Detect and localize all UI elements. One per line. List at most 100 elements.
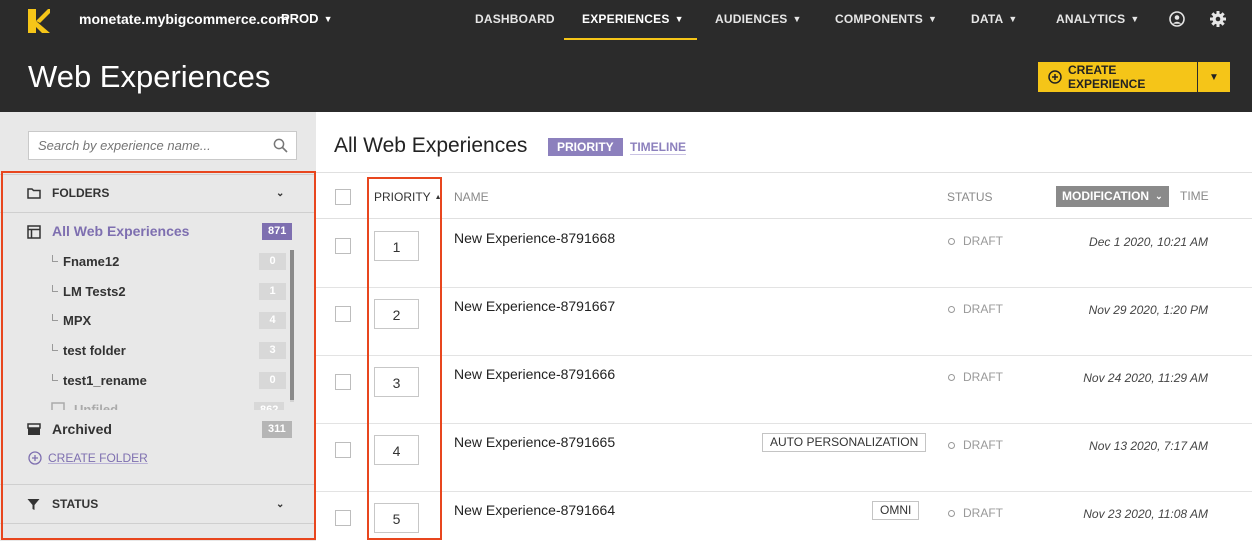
column-header-time: TIME: [1180, 189, 1209, 203]
folder-count-badge: 1: [259, 283, 286, 300]
create-experience-dropdown[interactable]: ▼: [1198, 62, 1230, 92]
nav-components[interactable]: COMPONENTS ▼: [835, 12, 937, 26]
experience-type-tag: AUTO PERSONALIZATION: [762, 433, 927, 452]
nav-data[interactable]: DATA ▼: [971, 12, 1017, 26]
folder-label: LM Tests2: [63, 284, 126, 299]
experience-name-link[interactable]: New Experience-8791666: [454, 366, 615, 382]
experience-name-link[interactable]: New Experience-8791665: [454, 434, 615, 450]
folder-icon: [27, 188, 41, 199]
folder-count-badge: 0: [259, 372, 286, 389]
divider: [0, 212, 316, 213]
priority-input[interactable]: 2: [374, 299, 419, 329]
folder-label: Fname12: [63, 254, 120, 269]
experience-name-link[interactable]: New Experience-8791664: [454, 502, 615, 518]
folder-count-badge: 311: [262, 421, 292, 438]
tab-timeline[interactable]: TIMELINE: [630, 140, 686, 155]
column-header-name[interactable]: NAME: [454, 190, 489, 204]
chevron-down-icon: ▼: [1130, 14, 1140, 24]
row-checkbox[interactable]: [335, 306, 351, 322]
experience-name-link[interactable]: New Experience-8791667: [454, 298, 615, 314]
folder-item[interactable]: LM Tests2 1: [0, 281, 316, 303]
column-label: PRIORITY: [374, 190, 431, 204]
status-indicator: DRAFT: [948, 506, 1003, 520]
top-nav: monetate.mybigcommerce.com PROD ▼ DASHBOA…: [0, 0, 1252, 41]
user-account-icon[interactable]: [1169, 11, 1185, 27]
status-label: DRAFT: [963, 370, 1003, 384]
folder-label: All Web Experiences: [52, 223, 190, 239]
nav-analytics[interactable]: ANALYTICS ▼: [1056, 12, 1139, 26]
table-row[interactable]: 2 New Experience-8791667 DRAFT Nov 29 20…: [316, 288, 1252, 356]
status-indicator: DRAFT: [948, 234, 1003, 248]
list-title: All Web Experiences: [334, 134, 528, 157]
search-box: [28, 131, 297, 160]
row-checkbox[interactable]: [335, 238, 351, 254]
modification-time: Nov 29 2020, 1:20 PM: [1088, 303, 1208, 317]
chevron-down-icon: ▼: [323, 14, 333, 24]
filter-icon: [27, 498, 40, 510]
status-dot-icon: [948, 305, 955, 313]
folder-count-badge: 862: [254, 402, 285, 410]
create-experience-button[interactable]: CREATE EXPERIENCE: [1038, 62, 1197, 92]
nav-audiences[interactable]: AUDIENCES ▼: [715, 12, 802, 26]
folder-item[interactable]: test1_rename 0: [0, 370, 316, 392]
folder-archived[interactable]: Archived 311: [0, 418, 316, 442]
create-folder-label: CREATE FOLDER: [48, 451, 148, 465]
nav-dashboard[interactable]: DASHBOARD: [475, 12, 555, 26]
chevron-down-icon: ⌄: [1155, 191, 1163, 201]
table-row[interactable]: 5 New Experience-8791664 OMNI DRAFT Nov …: [316, 492, 1252, 541]
status-label: DRAFT: [963, 234, 1003, 248]
folders-label: FOLDERS: [52, 186, 110, 200]
experience-name-link[interactable]: New Experience-8791668: [454, 230, 615, 246]
folder-item[interactable]: MPX 4: [0, 310, 316, 332]
table-row[interactable]: 1 New Experience-8791668 DRAFT Dec 1 202…: [316, 220, 1252, 288]
archive-icon: [27, 423, 41, 435]
folder-count-badge: 3: [259, 342, 286, 359]
nav-experiences[interactable]: EXPERIENCES ▼: [582, 12, 684, 26]
modification-time-selector[interactable]: MODIFICATION ⌄: [1056, 186, 1169, 207]
folder-item[interactable]: Fname12 0: [0, 251, 316, 273]
env-selector[interactable]: PROD ▼: [281, 11, 332, 26]
status-dot-icon: [948, 373, 955, 381]
chevron-down-icon: ▼: [1209, 71, 1219, 83]
table-row[interactable]: 4 New Experience-8791665 AUTO PERSONALIZ…: [316, 424, 1252, 492]
status-section-toggle[interactable]: STATUS ⌄: [0, 485, 316, 523]
tab-priority[interactable]: PRIORITY: [548, 138, 623, 156]
folder-all-web-experiences[interactable]: All Web Experiences 871: [0, 220, 316, 244]
modification-time: Nov 24 2020, 11:29 AM: [1083, 371, 1208, 385]
page-header: Web Experiences CREATE EXPERIENCE ▼: [0, 40, 1252, 112]
folder-label: test folder: [63, 343, 126, 358]
table-row[interactable]: 3 New Experience-8791666 DRAFT Nov 24 20…: [316, 356, 1252, 424]
status-indicator: DRAFT: [948, 438, 1003, 452]
select-all-checkbox[interactable]: [335, 189, 351, 205]
table-header: PRIORITY ▲ NAME STATUS MODIFICATION ⌄ TIM…: [316, 172, 1252, 219]
grid-list-icon: [27, 225, 41, 239]
search-icon[interactable]: [273, 138, 288, 153]
modification-time: Nov 13 2020, 7:17 AM: [1089, 439, 1208, 453]
gear-icon[interactable]: [1209, 10, 1227, 28]
folder-unfiled[interactable]: Unfiled 862: [0, 400, 316, 410]
create-experience-label: CREATE EXPERIENCE: [1067, 63, 1146, 91]
experience-type-tag: OMNI: [872, 501, 920, 520]
status-label: DRAFT: [963, 302, 1003, 316]
search-input[interactable]: [29, 132, 296, 159]
folder-scrollbar-thumb[interactable]: [290, 250, 294, 400]
monetate-logo[interactable]: [28, 9, 50, 33]
priority-input[interactable]: 1: [374, 231, 419, 261]
row-checkbox[interactable]: [335, 374, 351, 390]
site-name[interactable]: monetate.mybigcommerce.com: [79, 11, 289, 27]
chevron-down-icon: ⌄: [276, 498, 285, 510]
priority-input[interactable]: 4: [374, 435, 419, 465]
column-header-status[interactable]: STATUS: [947, 190, 993, 204]
row-checkbox[interactable]: [335, 442, 351, 458]
sidebar: FOLDERS ⌄ All Web Experiences 871 Fname1…: [0, 112, 316, 541]
priority-input[interactable]: 3: [374, 367, 419, 397]
modification-label: MODIFICATION: [1062, 189, 1150, 203]
status-dot-icon: [948, 237, 955, 245]
priority-input[interactable]: 5: [374, 503, 419, 533]
folder-item[interactable]: test folder 3: [0, 340, 316, 362]
row-checkbox[interactable]: [335, 510, 351, 526]
status-indicator: DRAFT: [948, 370, 1003, 384]
create-folder-link[interactable]: CREATE FOLDER: [28, 451, 148, 465]
column-header-priority[interactable]: PRIORITY ▲: [374, 190, 442, 204]
folders-section-toggle[interactable]: FOLDERS ⌄: [0, 174, 316, 212]
